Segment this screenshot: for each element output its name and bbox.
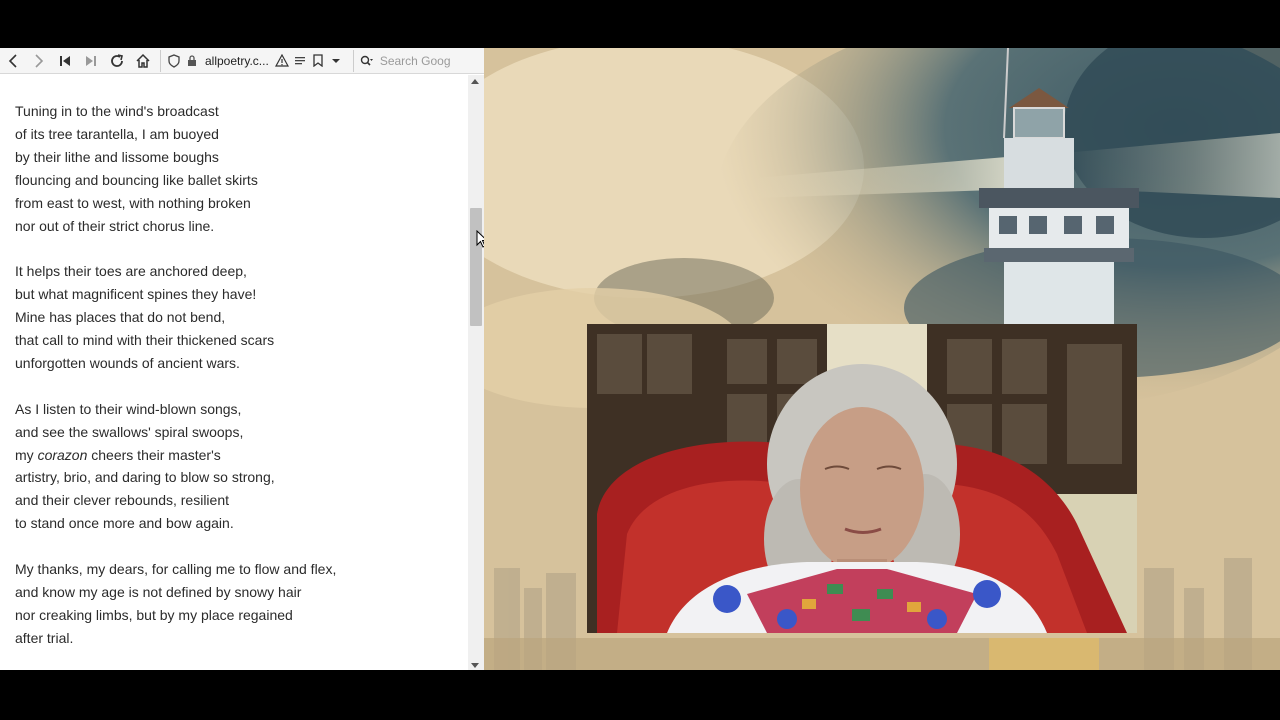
poem-line-start: my xyxy=(15,446,38,463)
bookmark-icon[interactable] xyxy=(309,52,327,70)
poem-line: unforgotten wounds of ancient wars. xyxy=(15,354,240,371)
scrollbar[interactable] xyxy=(468,75,484,670)
back-icon[interactable] xyxy=(0,48,26,74)
home-icon[interactable] xyxy=(130,48,156,74)
forward-icon[interactable] xyxy=(26,48,52,74)
dropdown-icon[interactable] xyxy=(327,52,345,70)
page-content: Tuning in to the wind's broadcast of its… xyxy=(0,75,468,670)
stanza: My thanks, my dears, for calling me to f… xyxy=(15,558,336,650)
poem-line: It helps their toes are anchored deep, xyxy=(15,263,247,280)
browser-toolbar: allpoetry.c... Search Goog xyxy=(0,48,484,74)
webcam-video xyxy=(587,324,1137,633)
poem-line: and know my age is not defined by snowy … xyxy=(15,583,302,600)
search-icon xyxy=(358,52,376,70)
reload-icon[interactable] xyxy=(104,48,130,74)
poem-line: nor out of their strict chorus line. xyxy=(15,217,215,234)
italic-word: corazon xyxy=(37,446,88,463)
poem-text: Tuning in to the wind's broadcast of its… xyxy=(15,100,336,670)
poem-line: by their lithe and lissome boughs xyxy=(15,148,219,165)
warning-icon[interactable] xyxy=(273,52,291,70)
search-placeholder[interactable]: Search Goog xyxy=(380,54,451,68)
stanza: It helps their toes are anchored deep, b… xyxy=(15,260,336,375)
search-box[interactable]: Search Goog xyxy=(352,49,484,72)
scroll-down-arrow-icon[interactable] xyxy=(471,663,479,668)
reader-icon[interactable] xyxy=(291,52,309,70)
lock-icon[interactable] xyxy=(183,52,201,70)
poem-line: artistry, brio, and daring to blow so st… xyxy=(15,469,275,486)
poem-line-end: cheers their master's xyxy=(87,446,221,463)
poem-line: that call to mind with their thickened s… xyxy=(15,332,275,349)
poem-line: Tuning in to the wind's broadcast xyxy=(15,103,219,119)
poem-line: of its tree tarantella, I am buoyed xyxy=(15,125,219,142)
poem-line: my corazon cheers their master's xyxy=(15,444,336,467)
poem-line: but what magnificent spines they have! xyxy=(15,286,257,303)
poem-line: nor creaking limbs, but by my place rega… xyxy=(15,606,293,623)
url-bar[interactable]: allpoetry.c... xyxy=(160,49,349,72)
poem-line: As I listen to their wind-blown songs, xyxy=(15,400,242,417)
browser-window: allpoetry.c... Search Goog Tuning in to … xyxy=(0,48,484,670)
stanza: As I listen to their wind-blown songs, a… xyxy=(15,398,336,535)
shield-icon[interactable] xyxy=(165,52,183,70)
poem-line: to stand once more and bow again. xyxy=(15,515,234,532)
skip-start-icon[interactable] xyxy=(52,48,78,74)
url-text[interactable]: allpoetry.c... xyxy=(205,54,269,68)
stanza: Tuning in to the wind's broadcast of its… xyxy=(15,100,336,237)
poem-line: and their clever rebounds, resilient xyxy=(15,492,230,509)
scroll-thumb[interactable] xyxy=(470,208,482,326)
poem-line: Mine has places that do not bend, xyxy=(15,309,226,326)
poem-line: from east to west, with nothing broken xyxy=(15,194,251,211)
poem-line: flouncing and bouncing like ballet skirt… xyxy=(15,171,258,188)
poem-line: and see the swallows' spiral swoops, xyxy=(15,423,244,440)
scroll-up-arrow-icon[interactable] xyxy=(471,79,479,84)
skip-end-icon[interactable] xyxy=(78,48,104,74)
poem-line: after trial. xyxy=(15,629,74,646)
poem-line: My thanks, my dears, for calling me to f… xyxy=(15,561,337,578)
